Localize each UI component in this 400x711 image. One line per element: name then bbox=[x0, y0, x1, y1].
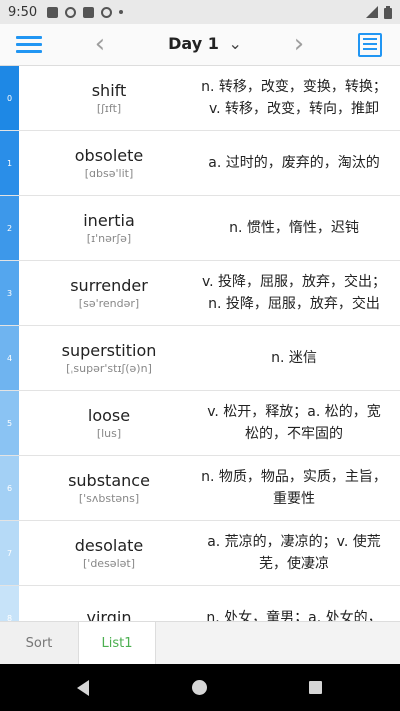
page-title: Day 1 bbox=[168, 34, 219, 53]
app-bar: ‹ Day 1 ⌄ › bbox=[0, 24, 400, 66]
app-notification-icon bbox=[83, 6, 95, 18]
recent-apps-icon[interactable] bbox=[309, 681, 322, 694]
list-view-icon[interactable] bbox=[358, 33, 382, 57]
word-definition: n. 物质，物品，实质，主旨，重要性 bbox=[201, 469, 387, 507]
row-index: 3 bbox=[6, 288, 13, 298]
tab-sort[interactable]: Sort bbox=[0, 622, 78, 664]
menu-icon[interactable] bbox=[16, 36, 42, 54]
word-definition: v. 投降，屈服，放弃，交出；n. 投降，屈服，放弃，交出 bbox=[201, 274, 387, 312]
shield-notification-icon bbox=[65, 6, 77, 18]
word-text: inertia bbox=[83, 211, 135, 230]
word-definition: n. 惯性，惰性，迟钝 bbox=[229, 220, 359, 236]
row-index: 5 bbox=[6, 418, 13, 428]
word-phonetic: ['desələt] bbox=[83, 557, 135, 570]
word-text: desolate bbox=[74, 536, 144, 555]
word-definition: v. 松开，释放；a. 松的，宽松的，不牢固的 bbox=[207, 404, 381, 442]
back-icon[interactable] bbox=[77, 680, 89, 696]
word-text: loose bbox=[87, 406, 131, 425]
row-index: 8 bbox=[6, 613, 13, 622]
word-text: surrender bbox=[70, 276, 148, 295]
row-index: 0 bbox=[6, 93, 13, 103]
word-row[interactable]: 4 superstition [ˌsupər'stɪʃ(ə)n] n. 迷信 bbox=[0, 326, 400, 391]
word-phonetic: [sə'rendər] bbox=[78, 297, 140, 310]
word-row[interactable]: 5 loose [lus] v. 松开，释放；a. 松的，宽松的，不牢固的 bbox=[0, 391, 400, 456]
word-phonetic: ['sʌbstəns] bbox=[78, 492, 140, 505]
chevron-down-icon: ⌄ bbox=[228, 34, 242, 53]
word-list[interactable]: 0 shift [ʃɪft] n. 转移，改变，变换，转换；v. 转移，改变，转… bbox=[0, 66, 400, 621]
day-selector[interactable]: Day 1 ⌄ bbox=[150, 34, 260, 53]
word-row[interactable]: 7 desolate ['desələt] a. 荒凉的，凄凉的；v. 使荒芜，… bbox=[0, 521, 400, 586]
bottom-tab-bar: Sort List1 bbox=[0, 621, 400, 664]
home-icon[interactable] bbox=[192, 680, 207, 695]
word-cell: desolate ['desələt] bbox=[19, 521, 199, 585]
word-text: virgin bbox=[86, 607, 132, 622]
word-cell: virgin bbox=[19, 586, 199, 622]
word-phonetic: [ɪ'nərʃə] bbox=[86, 232, 132, 245]
word-row[interactable]: 2 inertia [ɪ'nərʃə] n. 惯性，惰性，迟钝 bbox=[0, 196, 400, 261]
word-cell: inertia [ɪ'nərʃə] bbox=[19, 196, 199, 260]
word-cell: superstition [ˌsupər'stɪʃ(ə)n] bbox=[19, 326, 199, 390]
settings-notification-icon bbox=[47, 6, 59, 18]
word-row[interactable]: 8 virgin n. 处女，童男；a. 处女的， bbox=[0, 586, 400, 621]
word-phonetic: [ˌsupər'stɪʃ(ə)n] bbox=[66, 362, 152, 375]
word-text: substance bbox=[68, 471, 150, 490]
word-definition: n. 处女，童男；a. 处女的， bbox=[206, 610, 382, 621]
row-index: 1 bbox=[6, 158, 13, 168]
next-day-button[interactable]: › bbox=[287, 30, 311, 60]
word-cell: loose [lus] bbox=[19, 391, 199, 455]
word-phonetic: [ʃɪft] bbox=[96, 102, 122, 115]
word-row[interactable]: 0 shift [ʃɪft] n. 转移，改变，变换，转换；v. 转移，改变，转… bbox=[0, 66, 400, 131]
row-index: 7 bbox=[6, 548, 13, 558]
row-index: 6 bbox=[6, 483, 13, 493]
notification-icons bbox=[47, 6, 124, 18]
word-definition: a. 过时的，废弃的，淘汰的 bbox=[208, 155, 380, 171]
word-phonetic: [lus] bbox=[96, 427, 122, 440]
system-nav-bar bbox=[0, 664, 400, 711]
word-row[interactable]: 6 substance ['sʌbstəns] n. 物质，物品，实质，主旨，重… bbox=[0, 456, 400, 521]
more-notifications-icon bbox=[119, 10, 124, 14]
row-index: 2 bbox=[6, 223, 13, 233]
word-phonetic: [ɑbsə'lit] bbox=[84, 167, 134, 180]
previous-day-button[interactable]: ‹ bbox=[88, 30, 112, 60]
word-row[interactable]: 1 obsolete [ɑbsə'lit] a. 过时的，废弃的，淘汰的 bbox=[0, 131, 400, 196]
signal-icon bbox=[366, 6, 378, 18]
sync-notification-icon bbox=[101, 6, 113, 18]
word-cell: shift [ʃɪft] bbox=[19, 66, 199, 130]
battery-icon bbox=[384, 5, 392, 19]
word-cell: surrender [sə'rendər] bbox=[19, 261, 199, 325]
row-index: 4 bbox=[6, 353, 13, 363]
word-definition: n. 迷信 bbox=[271, 350, 317, 366]
status-bar: 9:50 bbox=[0, 0, 400, 24]
word-cell: substance ['sʌbstəns] bbox=[19, 456, 199, 520]
word-definition: n. 转移，改变，变换，转换；v. 转移，改变，转向，推卸 bbox=[201, 79, 387, 117]
word-text: shift bbox=[91, 81, 127, 100]
word-text: obsolete bbox=[74, 146, 144, 165]
word-text: superstition bbox=[61, 341, 157, 360]
word-definition: a. 荒凉的，凄凉的；v. 使荒芜，使凄凉 bbox=[207, 534, 381, 572]
tab-list1[interactable]: List1 bbox=[78, 622, 156, 664]
status-time: 9:50 bbox=[8, 4, 38, 20]
system-icons bbox=[366, 5, 392, 19]
word-row[interactable]: 3 surrender [sə'rendər] v. 投降，屈服，放弃，交出；n… bbox=[0, 261, 400, 326]
word-cell: obsolete [ɑbsə'lit] bbox=[19, 131, 199, 195]
